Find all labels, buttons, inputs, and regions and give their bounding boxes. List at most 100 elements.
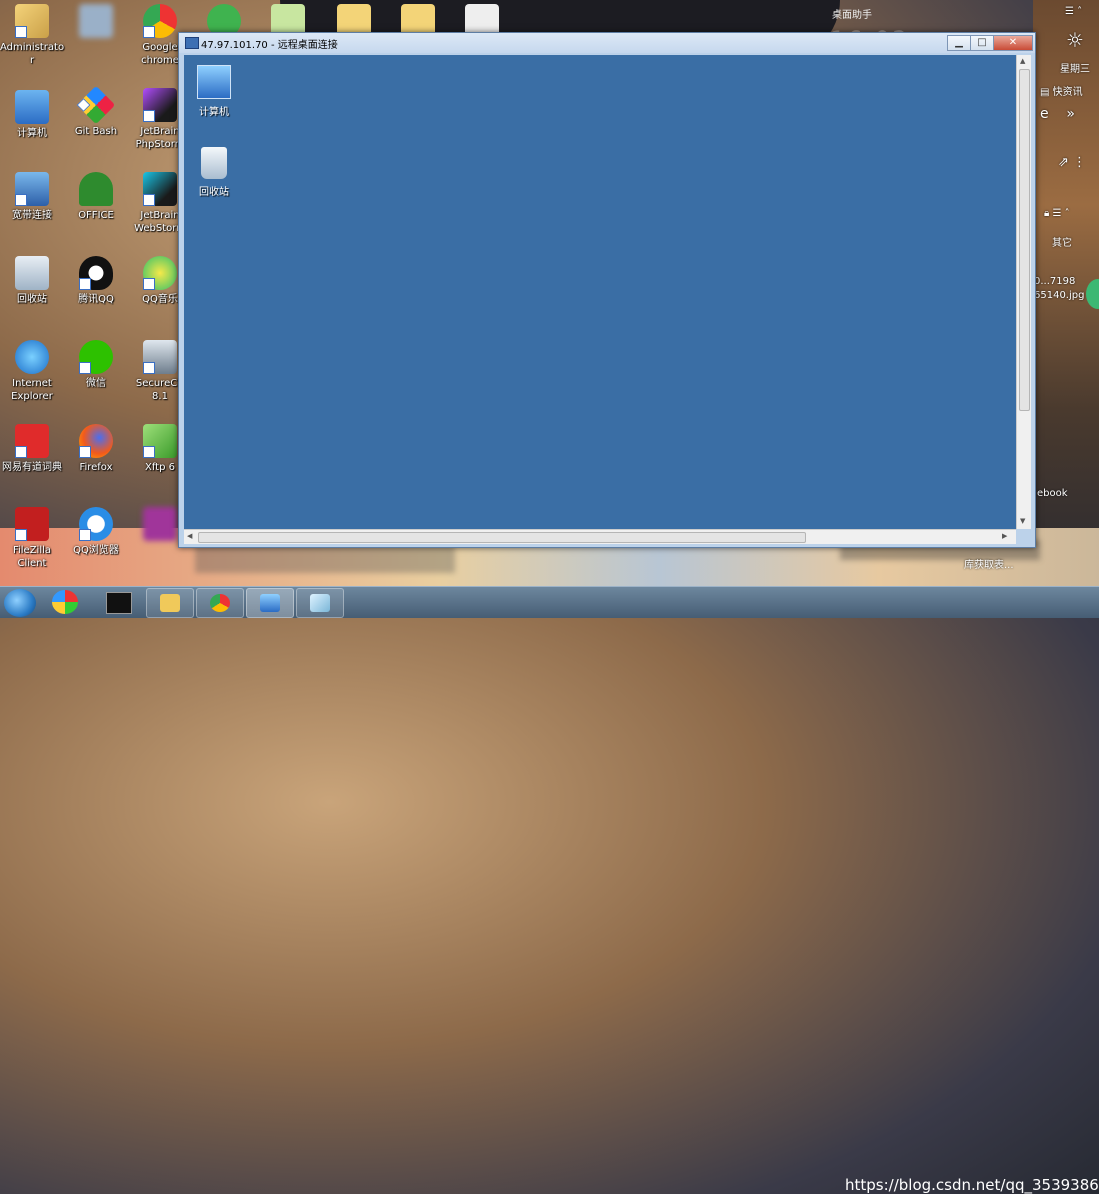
desktop-icon-label: Internet Explorer [11,378,53,402]
xftp-icon [143,424,177,458]
start-button[interactable] [4,589,36,617]
desktop-assistant-title: 桌面助手 [832,10,872,21]
minimize-button[interactable]: ▁ [947,35,971,51]
computer-icon [15,90,49,124]
user-folder-icon [15,4,49,38]
vertical-scrollbar[interactable]: ▲ ▼ [1016,55,1031,529]
desktop-icon-label: 计算机 [17,128,47,139]
desktop-icon-label: 微信 [86,378,106,389]
desktop-icon-youdao[interactable]: 网易有道词典 [0,424,64,474]
share-icon[interactable]: ⇗ ⋮ [1058,155,1086,170]
desktop-icon-label: Xftp 6 [144,462,175,473]
widget-weekday: 星期三 [1060,64,1090,75]
git-bash-icon [76,85,116,125]
horizontal-scroll-thumb[interactable] [198,532,806,543]
taskbar-app[interactable] [296,588,344,618]
remote-icon-label: 回收站 [199,187,229,198]
scroll-down-icon[interactable]: ▼ [1020,517,1025,525]
blurred-bottom-labels [195,545,455,573]
securecrt-icon [143,340,177,374]
window-title: 47.97.101.70 - 远程桌面连接 [201,40,338,51]
horizontal-scrollbar[interactable]: ◀ ▶ [184,529,1016,544]
network-icon [15,172,49,206]
lock-icon[interactable]: 🔒︎ ☰ ˄ [1044,208,1070,219]
desktop-icon-label: 宽带连接 [12,210,52,221]
internet-explorer-icon [15,340,49,374]
phpstorm-icon [143,88,177,122]
desktop-icon-broadband[interactable]: 宽带连接 [0,172,64,222]
taskbar-remote-desktop[interactable] [246,588,294,618]
widget-facebook[interactable]: ebook [1037,488,1068,499]
desktop-icon-ie[interactable]: Internet Explorer [0,340,64,403]
desktop-icon-label: Firefox [79,462,113,473]
webstorm-icon [143,172,177,206]
firefox-icon [79,424,113,458]
chrome-icon [143,4,177,38]
taskbar-chrome[interactable] [196,588,244,618]
window-titlebar[interactable]: 47.97.101.70 - 远程桌面连接 ▁ □ ✕ [179,33,1035,53]
desktop-icon-office[interactable]: OFFICE [64,172,128,222]
desktop-icon-label: QQ音乐 [142,294,178,305]
scroll-left-icon[interactable]: ◀ [187,532,192,540]
remote-desktop-icon [185,37,199,49]
desktop-icon-recycle-bin[interactable]: 回收站 [0,256,64,306]
remote-icon-label: 计算机 [199,107,229,118]
scroll-right-icon[interactable]: ▶ [1002,532,1007,540]
desktop-icon-administrator[interactable]: Administrato r [0,4,64,67]
desktop-icon-label: 网易有道词典 [2,462,62,473]
youdao-icon [15,424,49,458]
vertical-scroll-thumb[interactable] [1019,69,1030,411]
remote-desktop-window[interactable]: 47.97.101.70 - 远程桌面连接 ▁ □ ✕ 计算机 回收站 ▲ ▼ … [178,32,1036,548]
widget-news-label: 快资讯 [1052,87,1083,98]
desktop-icon-qq-browser[interactable]: QQ浏览器 [64,507,128,557]
cmd-icon[interactable] [106,592,132,614]
desktop-icon-firefox[interactable]: Firefox [64,424,128,474]
widget-nav-icons[interactable]: e » [1040,106,1075,122]
wechat-icon [79,340,113,374]
desktop-icon-qq[interactable]: 腾讯QQ [64,256,128,306]
remote-desktop-icon [260,594,280,612]
widget-bottom-item[interactable]: 库获取表... [964,556,1014,571]
qq-penguin-icon [79,256,113,290]
qq-music-icon [143,256,177,290]
app-icon [310,594,330,612]
desktop-icon-git-bash[interactable]: Git Bash [64,85,128,138]
desktop-icon-blurred[interactable] [64,4,128,41]
folder-icon [160,594,180,612]
desktop-icon-filezilla[interactable]: FileZilla Client [0,507,64,570]
desktop-icon-label: FileZilla Client [12,545,52,569]
desktop-icon-label: Google chrome [141,42,179,66]
widget-other: 其它 [1052,238,1072,249]
close-button[interactable]: ✕ [993,35,1033,51]
desktop-icon-label: 腾讯QQ [78,294,114,305]
taskbar: https://blog.csdn.net/qq_35393869 [0,586,1099,1194]
remote-icon-recycle-bin[interactable]: 回收站 [184,147,244,198]
computer-icon [197,65,231,99]
colorful-app-icon[interactable] [52,590,78,614]
chrome-icon [210,594,230,612]
weather-sun-icon: ☼ [1066,28,1084,52]
recycle-bin-icon [201,147,227,179]
watermark-url: https://blog.csdn.net/qq_35393869 [845,1176,1099,1194]
menu-icon[interactable]: ☰ ˄ [1065,6,1082,17]
desktop-icon-computer[interactable]: 计算机 [0,90,64,140]
remote-icon-computer[interactable]: 计算机 [184,65,244,118]
desktop-icon-label: Git Bash [74,126,118,137]
desktop-icon-wechat[interactable]: 微信 [64,340,128,390]
desktop-icon-label: OFFICE [78,210,114,221]
desktop-icon-label: Administrato r [0,42,65,66]
qq-browser-icon [79,507,113,541]
filezilla-icon [15,507,49,541]
desktop-icon-label: QQ浏览器 [73,545,119,556]
desktop-icon-label: 回收站 [17,294,47,305]
scroll-up-icon[interactable]: ▲ [1020,57,1025,65]
widget-news[interactable]: ▤ 快资讯 [1040,83,1083,98]
desktop-icon-label: SecureCR 8.1 [135,378,185,402]
remote-desktop-screen[interactable]: 计算机 回收站 [184,55,1016,529]
widget-file[interactable]: 0...7198 65140.jpg [1034,275,1084,303]
maximize-button[interactable]: □ [970,35,994,51]
tree-icon [79,172,113,206]
taskbar-explorer[interactable] [146,588,194,618]
recycle-bin-icon [15,256,49,290]
blurred-icon [79,4,113,38]
